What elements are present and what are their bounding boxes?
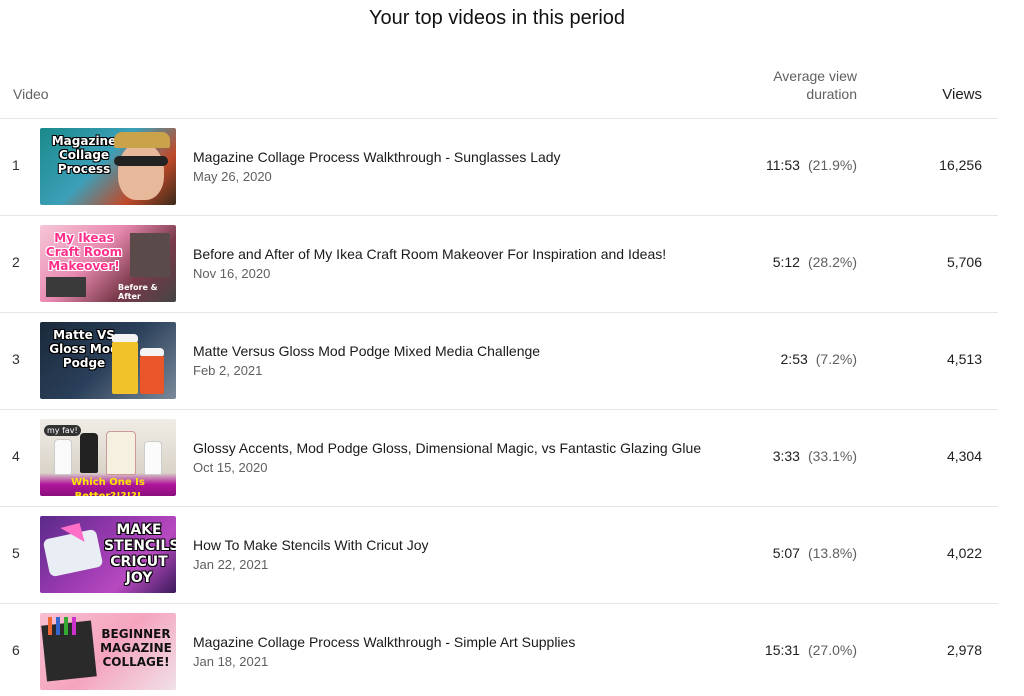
- duration-percent: (13.8%): [807, 545, 857, 561]
- average-view-duration: 5:07 (13.8%): [700, 545, 857, 561]
- thumbnail-subcaption: Before & After: [118, 283, 158, 301]
- views-count: 4,022: [946, 545, 982, 561]
- duration-value: 11:53: [765, 157, 800, 173]
- video-thumbnail[interactable]: my fav! Which One Is Better?!?!?!: [40, 419, 176, 496]
- duration-value: 15:31: [764, 642, 800, 658]
- video-title[interactable]: Magazine Collage Process Walkthrough - S…: [193, 634, 575, 650]
- duration-value: 3:33: [772, 448, 800, 464]
- views-count: 5,706: [946, 254, 982, 270]
- page-title: Your top videos in this period: [368, 7, 626, 29]
- duration-value: 2:53: [780, 351, 808, 367]
- average-view-duration: 2:53 (7.2%): [700, 351, 857, 367]
- views-count: 4,304: [946, 448, 982, 464]
- average-view-duration: 3:33 (33.1%): [700, 448, 857, 464]
- table-row[interactable]: 2 My Ikeas Craft Room Makeover! Before &…: [0, 215, 998, 312]
- row-rank: 2: [12, 254, 20, 270]
- video-date: May 26, 2020: [193, 169, 272, 184]
- views-count: 2,978: [946, 642, 982, 658]
- table-row[interactable]: 3 Matte VS Gloss Mod Podge Matte Versus …: [0, 312, 998, 409]
- video-thumbnail[interactable]: MAKE STENCILS CRICUT JOY: [40, 516, 176, 593]
- row-rank: 5: [12, 545, 20, 561]
- duration-percent: (33.1%): [807, 448, 857, 464]
- average-view-duration: 15:31 (27.0%): [700, 642, 857, 658]
- table-row[interactable]: 1 Magazine Collage Process Magazine Coll…: [0, 118, 998, 215]
- top-videos-table: 1 Magazine Collage Process Magazine Coll…: [0, 118, 998, 696]
- video-thumbnail[interactable]: Magazine Collage Process: [40, 128, 176, 205]
- table-row[interactable]: 4 my fav! Which One Is Better?!?!?! Glos…: [0, 409, 998, 506]
- thumbnail-caption: Which One Is Better?!?!?!: [71, 477, 145, 496]
- video-title[interactable]: Magazine Collage Process Walkthrough - S…: [193, 149, 561, 165]
- video-date: Oct 15, 2020: [193, 460, 268, 475]
- video-title[interactable]: Glossy Accents, Mod Podge Gloss, Dimensi…: [193, 440, 701, 456]
- duration-value: 5:12: [772, 254, 800, 270]
- table-row[interactable]: 6 BEGINNER MAGAZINE COLLAGE! Magazine Co…: [0, 603, 998, 696]
- row-rank: 6: [12, 642, 20, 658]
- row-rank: 4: [12, 448, 20, 464]
- thumbnail-caption: My Ikeas Craft Room Makeover!: [45, 231, 123, 273]
- video-title[interactable]: Before and After of My Ikea Craft Room M…: [193, 246, 666, 262]
- thumbnail-subcaption: my fav!: [44, 425, 81, 436]
- table-row[interactable]: 5 MAKE STENCILS CRICUT JOY How To Make S…: [0, 506, 998, 603]
- column-header-video: Video: [13, 86, 49, 102]
- thumbnail-caption: Magazine Collage Process: [51, 134, 117, 176]
- column-header-average-view-duration[interactable]: Average view duration: [740, 67, 857, 103]
- column-header-views[interactable]: Views: [900, 86, 982, 103]
- video-thumbnail[interactable]: Matte VS Gloss Mod Podge: [40, 322, 176, 399]
- views-count: 4,513: [946, 351, 982, 367]
- duration-value: 5:07: [772, 545, 800, 561]
- row-rank: 3: [12, 351, 20, 367]
- duration-percent: (28.2%): [807, 254, 857, 270]
- average-view-duration: 5:12 (28.2%): [700, 254, 857, 270]
- row-rank: 1: [12, 157, 20, 173]
- video-date: Jan 18, 2021: [193, 654, 269, 669]
- video-title[interactable]: Matte Versus Gloss Mod Podge Mixed Media…: [193, 343, 540, 359]
- video-date: Jan 22, 2021: [193, 557, 269, 572]
- video-date: Feb 2, 2021: [193, 363, 263, 378]
- duration-percent: (27.0%): [807, 642, 857, 658]
- thumbnail-caption: MAKE STENCILS CRICUT JOY: [104, 522, 176, 586]
- thumbnail-caption: BEGINNER MAGAZINE COLLAGE!: [100, 627, 172, 669]
- video-title[interactable]: How To Make Stencils With Cricut Joy: [193, 537, 428, 553]
- average-view-duration: 11:53 (21.9%): [700, 157, 857, 173]
- video-date: Nov 16, 2020: [193, 266, 271, 281]
- duration-percent: (7.2%): [815, 351, 857, 367]
- video-thumbnail[interactable]: BEGINNER MAGAZINE COLLAGE!: [40, 613, 176, 690]
- video-thumbnail[interactable]: My Ikeas Craft Room Makeover! Before & A…: [40, 225, 176, 302]
- duration-percent: (21.9%): [807, 157, 857, 173]
- views-count: 16,256: [939, 157, 982, 173]
